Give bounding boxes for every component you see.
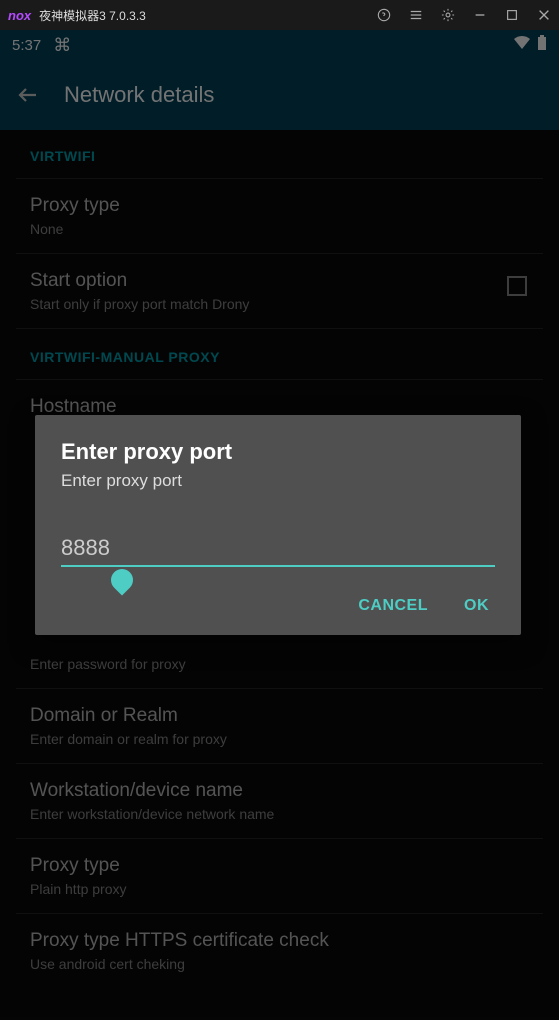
cancel-button[interactable]: CANCEL bbox=[358, 597, 428, 615]
emulator-titlebar: nox 夜神模拟器3 7.0.3.3 bbox=[0, 0, 559, 30]
minimize-icon[interactable] bbox=[473, 8, 487, 22]
help-icon[interactable] bbox=[377, 8, 391, 22]
proxy-port-input[interactable] bbox=[61, 531, 495, 567]
maximize-icon[interactable] bbox=[505, 8, 519, 22]
ok-button[interactable]: OK bbox=[464, 597, 489, 615]
close-icon[interactable] bbox=[537, 8, 551, 22]
dialog-subtitle: Enter proxy port bbox=[61, 471, 495, 491]
menu-icon[interactable] bbox=[409, 8, 423, 22]
titlebar-text: 夜神模拟器3 7.0.3.3 bbox=[39, 7, 377, 24]
gear-icon[interactable] bbox=[441, 8, 455, 22]
nox-logo: nox bbox=[8, 8, 31, 23]
proxy-port-dialog: Enter proxy port Enter proxy port CANCEL… bbox=[35, 415, 521, 635]
dialog-title: Enter proxy port bbox=[61, 439, 495, 465]
